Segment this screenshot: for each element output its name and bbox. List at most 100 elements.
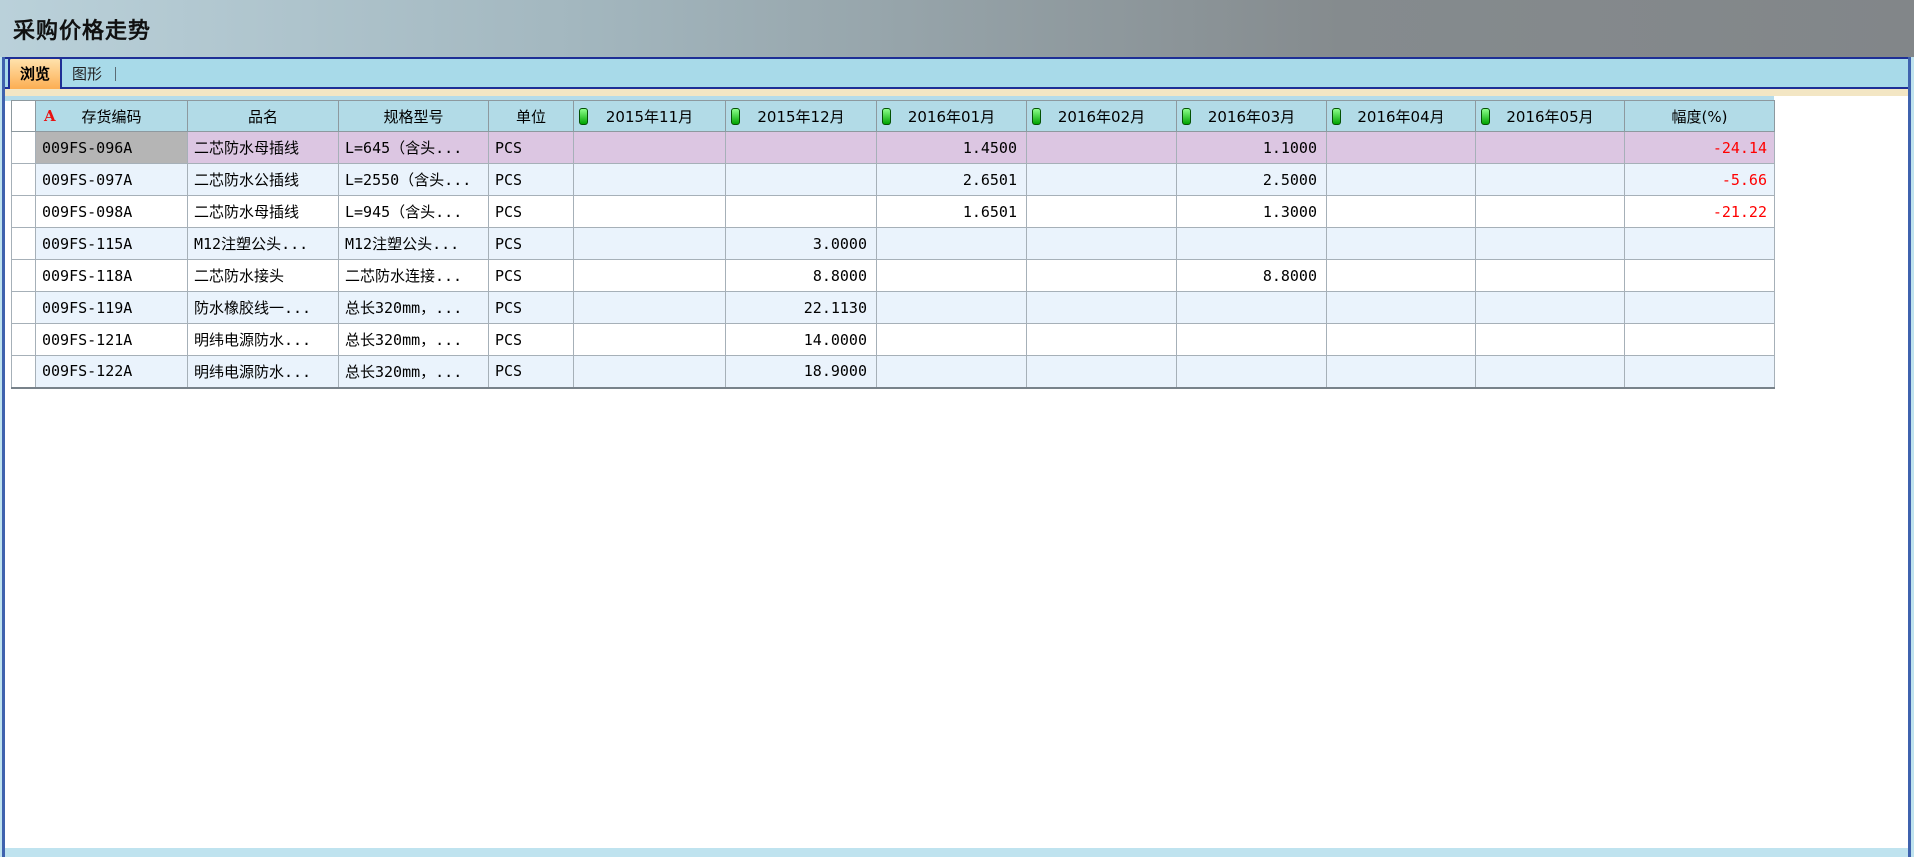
cell-inventory-code[interactable]: 009FS-097A — [36, 164, 188, 196]
cell-month-2016-05[interactable] — [1476, 228, 1625, 260]
table-row[interactable]: 009FS-118A二芯防水接头二芯防水连接...PCS8.80008.8000 — [12, 260, 1775, 292]
cell-product-name[interactable]: 二芯防水接头 — [188, 260, 339, 292]
cell-product-name[interactable]: 二芯防水母插线 — [188, 196, 339, 228]
cell-month-2015-11[interactable] — [574, 132, 726, 164]
cell-month-2016-01[interactable]: 1.4500 — [877, 132, 1027, 164]
cell-month-2015-11[interactable] — [574, 196, 726, 228]
cell-month-2016-05[interactable] — [1476, 292, 1625, 324]
cell-month-2015-12[interactable] — [726, 196, 877, 228]
table-row[interactable]: 009FS-119A防水橡胶线一...总长320mm，...PCS22.1130 — [12, 292, 1775, 324]
row-indicator-cell[interactable] — [12, 132, 36, 164]
cell-month-2016-03[interactable]: 8.8000 — [1177, 260, 1327, 292]
column-header-month-2016-05[interactable]: 2016年05月 — [1476, 101, 1625, 132]
cell-spec-model[interactable]: 二芯防水连接... — [339, 260, 489, 292]
cell-month-2016-03[interactable] — [1177, 228, 1327, 260]
cell-spec-model[interactable]: L=2550（含头... — [339, 164, 489, 196]
cell-inventory-code[interactable]: 009FS-119A — [36, 292, 188, 324]
cell-change-pct[interactable] — [1625, 356, 1775, 388]
cell-change-pct[interactable] — [1625, 292, 1775, 324]
cell-month-2016-02[interactable] — [1027, 292, 1177, 324]
cell-spec-model[interactable]: 总长320mm，... — [339, 292, 489, 324]
cell-month-2016-05[interactable] — [1476, 164, 1625, 196]
cell-month-2016-03[interactable] — [1177, 356, 1327, 388]
column-header-month-2016-04[interactable]: 2016年04月 — [1327, 101, 1476, 132]
cell-spec-model[interactable]: 总长320mm，... — [339, 356, 489, 388]
cell-month-2016-04[interactable] — [1327, 292, 1476, 324]
cell-month-2016-04[interactable] — [1327, 228, 1476, 260]
row-indicator-cell[interactable] — [12, 228, 36, 260]
column-header-unit[interactable]: 单位 — [489, 101, 574, 132]
cell-inventory-code[interactable]: 009FS-096A — [36, 132, 188, 164]
cell-change-pct[interactable]: -21.22 — [1625, 196, 1775, 228]
cell-inventory-code[interactable]: 009FS-115A — [36, 228, 188, 260]
tab-graph[interactable]: 图形 — [62, 61, 112, 87]
cell-month-2015-12[interactable] — [726, 164, 877, 196]
cell-month-2016-05[interactable] — [1476, 260, 1625, 292]
cell-month-2015-11[interactable] — [574, 260, 726, 292]
cell-unit[interactable]: PCS — [489, 292, 574, 324]
table-row[interactable]: 009FS-096A二芯防水母插线L=645（含头...PCS1.45001.1… — [12, 132, 1775, 164]
cell-month-2016-02[interactable] — [1027, 260, 1177, 292]
tab-browse[interactable]: 浏览 — [8, 57, 62, 89]
cell-month-2016-04[interactable] — [1327, 356, 1476, 388]
cell-month-2015-12[interactable]: 8.8000 — [726, 260, 877, 292]
table-row[interactable]: 009FS-121A明纬电源防水...总长320mm，...PCS 14.0000 — [12, 324, 1775, 356]
column-header-month-2016-01[interactable]: 2016年01月 — [877, 101, 1027, 132]
table-row[interactable]: 009FS-097A二芯防水公插线L=2550（含头...PCS 2.6501 2.… — [12, 164, 1775, 196]
cell-change-pct[interactable] — [1625, 228, 1775, 260]
cell-unit[interactable]: PCS — [489, 164, 574, 196]
cell-inventory-code[interactable]: 009FS-098A — [36, 196, 188, 228]
row-indicator-cell[interactable] — [12, 164, 36, 196]
cell-unit[interactable]: PCS — [489, 228, 574, 260]
cell-month-2015-11[interactable] — [574, 356, 726, 388]
cell-month-2015-12[interactable]: 18.9000 — [726, 356, 877, 388]
table-row[interactable]: 009FS-115AM12注塑公头...M12注塑公头...PCS3.0000 — [12, 228, 1775, 260]
cell-change-pct[interactable]: -24.14 — [1625, 132, 1775, 164]
column-header-month-2016-02[interactable]: 2016年02月 — [1027, 101, 1177, 132]
cell-unit[interactable]: PCS — [489, 132, 574, 164]
cell-month-2015-12[interactable]: 22.1130 — [726, 292, 877, 324]
cell-month-2016-05[interactable] — [1476, 132, 1625, 164]
cell-month-2015-11[interactable] — [574, 228, 726, 260]
cell-month-2016-02[interactable] — [1027, 132, 1177, 164]
cell-month-2016-01[interactable] — [877, 292, 1027, 324]
cell-month-2016-02[interactable] — [1027, 356, 1177, 388]
cell-month-2016-01[interactable]: 2.6501 — [877, 164, 1027, 196]
column-header-change-pct[interactable]: 幅度(%) — [1625, 101, 1775, 132]
cell-product-name[interactable]: M12注塑公头... — [188, 228, 339, 260]
cell-product-name[interactable]: 明纬电源防水... — [188, 324, 339, 356]
cell-product-name[interactable]: 二芯防水公插线 — [188, 164, 339, 196]
cell-month-2015-12[interactable]: 3.0000 — [726, 228, 877, 260]
cell-month-2016-03[interactable] — [1177, 292, 1327, 324]
cell-month-2016-02[interactable] — [1027, 196, 1177, 228]
cell-unit[interactable]: PCS — [489, 324, 574, 356]
cell-month-2015-12[interactable]: 14.0000 — [726, 324, 877, 356]
cell-month-2016-05[interactable] — [1476, 356, 1625, 388]
cell-inventory-code[interactable]: 009FS-121A — [36, 324, 188, 356]
cell-change-pct[interactable] — [1625, 260, 1775, 292]
cell-month-2016-01[interactable] — [877, 260, 1027, 292]
cell-month-2016-03[interactable]: 1.1000 — [1177, 132, 1327, 164]
cell-inventory-code[interactable]: 009FS-122A — [36, 356, 188, 388]
cell-month-2016-02[interactable] — [1027, 164, 1177, 196]
row-indicator-cell[interactable] — [12, 324, 36, 356]
table-row[interactable]: 009FS-122A明纬电源防水...总长320mm，...PCS 18.9000 — [12, 356, 1775, 388]
cell-month-2016-02[interactable] — [1027, 228, 1177, 260]
cell-spec-model[interactable]: L=645（含头... — [339, 132, 489, 164]
cell-month-2015-11[interactable] — [574, 292, 726, 324]
column-header-month-2016-03[interactable]: 2016年03月 — [1177, 101, 1327, 132]
cell-month-2016-01[interactable]: 1.6501 — [877, 196, 1027, 228]
column-header-product-name[interactable]: 品名 — [188, 101, 339, 132]
cell-change-pct[interactable]: -5.66 — [1625, 164, 1775, 196]
cell-unit[interactable]: PCS — [489, 356, 574, 388]
column-header-spec-model[interactable]: 规格型号 — [339, 101, 489, 132]
cell-month-2016-04[interactable] — [1327, 260, 1476, 292]
cell-product-name[interactable]: 明纬电源防水... — [188, 356, 339, 388]
cell-month-2016-04[interactable] — [1327, 196, 1476, 228]
column-header-month-2015-12[interactable]: 2015年12月 — [726, 101, 877, 132]
cell-month-2015-12[interactable] — [726, 132, 877, 164]
cell-month-2016-01[interactable] — [877, 324, 1027, 356]
cell-month-2016-03[interactable]: 2.5000 — [1177, 164, 1327, 196]
cell-spec-model[interactable]: 总长320mm，... — [339, 324, 489, 356]
cell-spec-model[interactable]: M12注塑公头... — [339, 228, 489, 260]
